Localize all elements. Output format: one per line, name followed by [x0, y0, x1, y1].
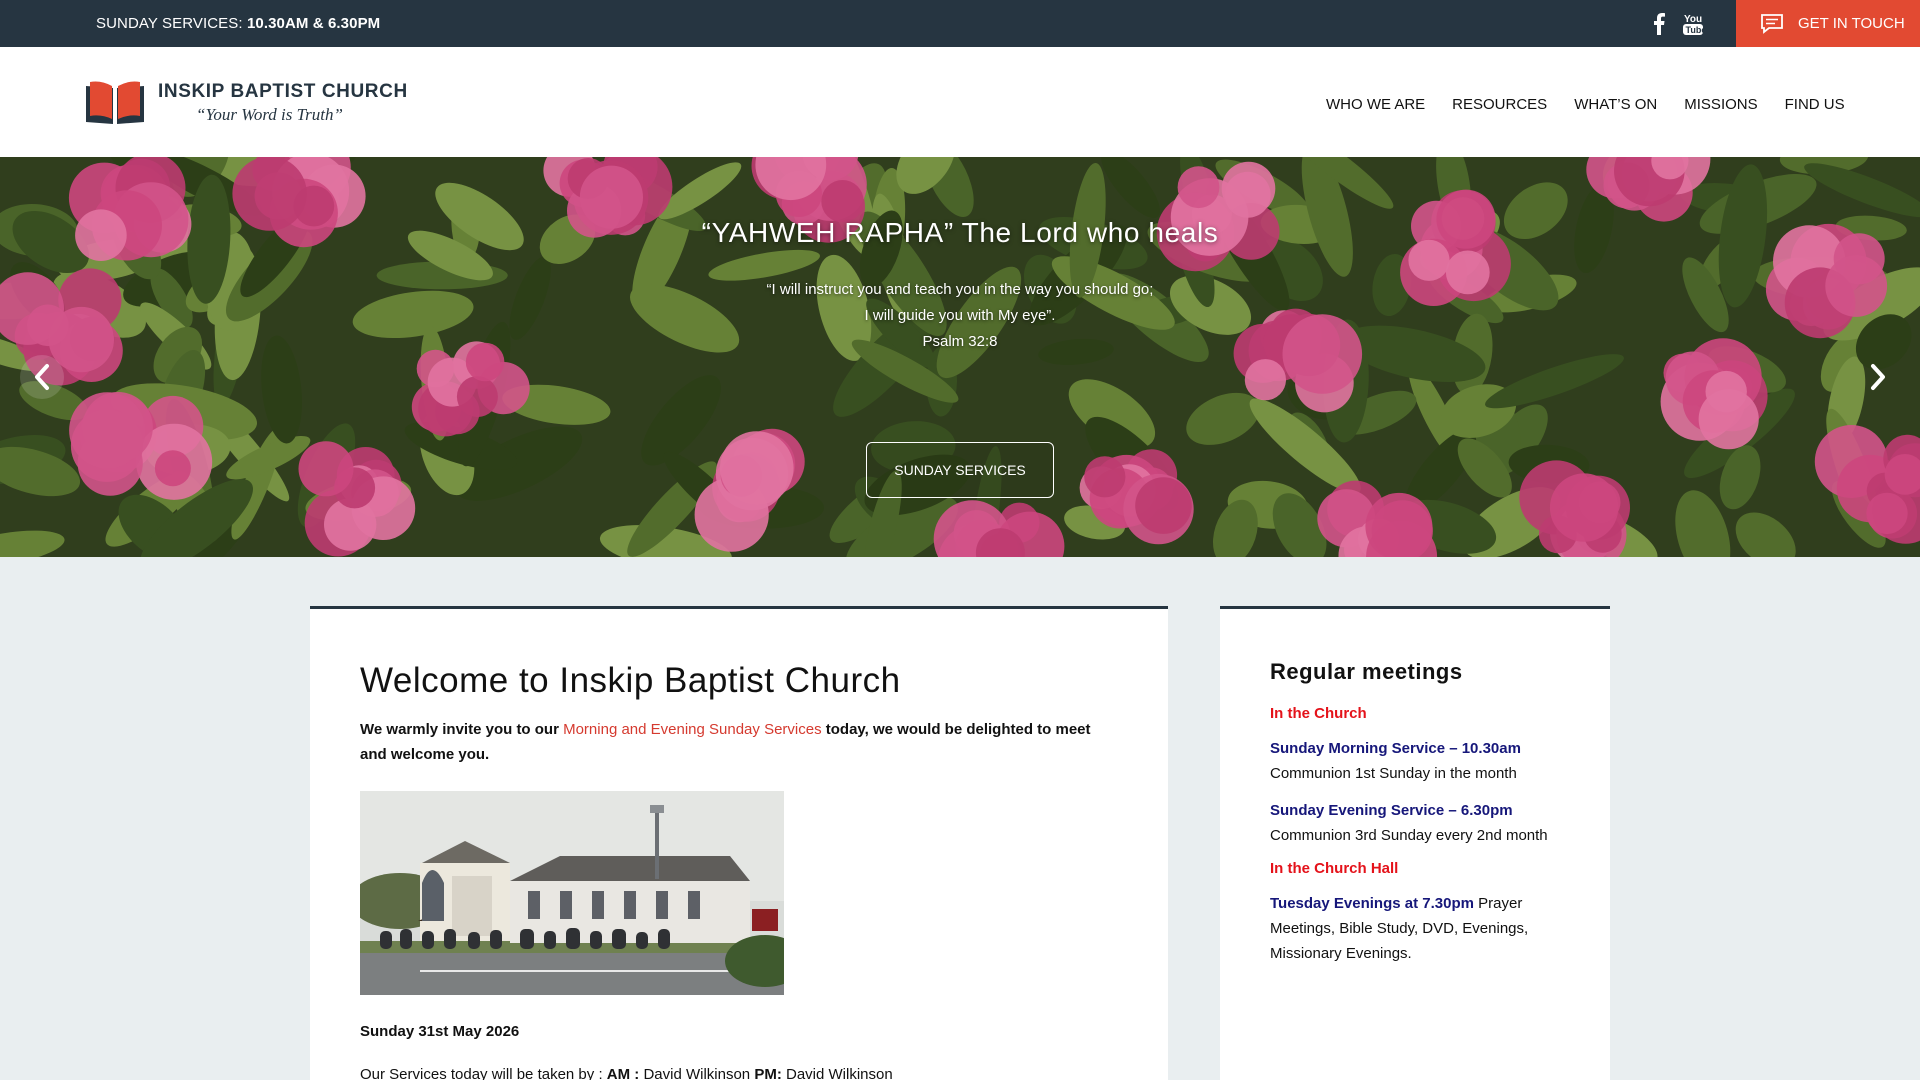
morning-service: Sunday Morning Service – 10.30am — [1270, 740, 1521, 757]
chevron-left-icon — [35, 364, 49, 390]
church-name: INSKIP BAPTIST CHURCH — [158, 81, 408, 102]
main-nav: WHO WE ARE RESOURCES WHAT’S ON MISSIONS … — [1326, 96, 1845, 113]
hero-slider: “YAHWEH RAPHA” The Lord who heals “I wil… — [0, 157, 1920, 557]
service-times-value: 10.30AM & 6.30PM — [246, 15, 381, 32]
chevron-right-icon — [1871, 364, 1885, 390]
hero-verse-reference: Psalm 32:8 — [922, 333, 998, 350]
hero-verse-line-2: I will guide you with My eye”. — [864, 307, 1056, 324]
welcome-intro: We warmly invite you to our Morning and … — [360, 721, 1091, 763]
tuesday-evenings: Tuesday Evenings at 7.30pm — [1270, 895, 1474, 912]
nav-find-us[interactable]: FIND US — [1785, 96, 1845, 113]
slider-prev-button[interactable] — [20, 355, 64, 399]
service-date: Sunday 31st May 2026 — [360, 1023, 520, 1040]
youtube-icon[interactable]: You Tube — [1682, 11, 1704, 37]
open-book-icon — [86, 81, 144, 124]
nav-resources[interactable]: RESOURCES — [1452, 96, 1547, 113]
church-motto: “Your Word is Truth” — [196, 105, 343, 124]
svg-text:Tube: Tube — [1686, 25, 1705, 35]
top-bar: SUNDAY SERVICES: 10.30AM & 6.30PM You Tu… — [0, 0, 1920, 47]
site-header: INSKIP BAPTIST CHURCH “Your Word is Trut… — [0, 47, 1920, 157]
facebook-icon[interactable] — [1648, 11, 1670, 37]
services-link[interactable]: Morning and Evening Sunday Services — [563, 721, 822, 738]
service-times-label: SUNDAY SERVICES: — [96, 15, 243, 32]
tuesday-meetings: Tuesday Evenings at 7.30pm Prayer Meetin… — [1270, 895, 1529, 962]
sunday-services-button[interactable]: SUNDAY SERVICES — [866, 442, 1054, 498]
svg-text:You: You — [1684, 14, 1702, 25]
service-times: SUNDAY SERVICES: 10.30AM & 6.30PM — [96, 15, 380, 32]
hero-verse: “I will instruct you and teach you in th… — [0, 277, 1920, 355]
evening-service-note: Communion 3rd Sunday every 2nd month — [1270, 827, 1548, 844]
regular-meetings-card: Regular meetings In the Church Sunday Mo… — [1220, 606, 1610, 1080]
section-in-the-church: In the Church — [1270, 705, 1367, 722]
site-logo[interactable]: INSKIP BAPTIST CHURCH “Your Word is Trut… — [84, 80, 408, 126]
nav-who-we-are[interactable]: WHO WE ARE — [1326, 96, 1425, 113]
section-in-the-church-hall: In the Church Hall — [1270, 860, 1399, 877]
welcome-card: Welcome to Inskip Baptist Church We warm… — [310, 606, 1168, 1080]
slider-next-button[interactable] — [1856, 355, 1900, 399]
welcome-heading: Welcome to Inskip Baptist Church — [360, 661, 901, 700]
get-in-touch-label: GET IN TOUCH — [1798, 15, 1905, 32]
nav-missions[interactable]: MISSIONS — [1684, 96, 1757, 113]
hero-verse-line-1: “I will instruct you and teach you in th… — [766, 281, 1154, 298]
regular-meetings-heading: Regular meetings — [1270, 659, 1463, 684]
get-in-touch-button[interactable]: GET IN TOUCH — [1736, 0, 1920, 47]
church-photo — [360, 791, 784, 995]
hero-title: “YAHWEH RAPHA” The Lord who heals — [701, 217, 1219, 248]
morning-service-note: Communion 1st Sunday in the month — [1270, 765, 1517, 782]
social-links: You Tube — [1648, 10, 1704, 38]
evening-service: Sunday Evening Service – 6.30pm — [1270, 802, 1513, 819]
service-leaders: Our Services today will be taken by : AM… — [360, 1066, 893, 1080]
nav-whats-on[interactable]: WHAT’S ON — [1574, 96, 1657, 113]
chat-icon — [1761, 13, 1783, 34]
